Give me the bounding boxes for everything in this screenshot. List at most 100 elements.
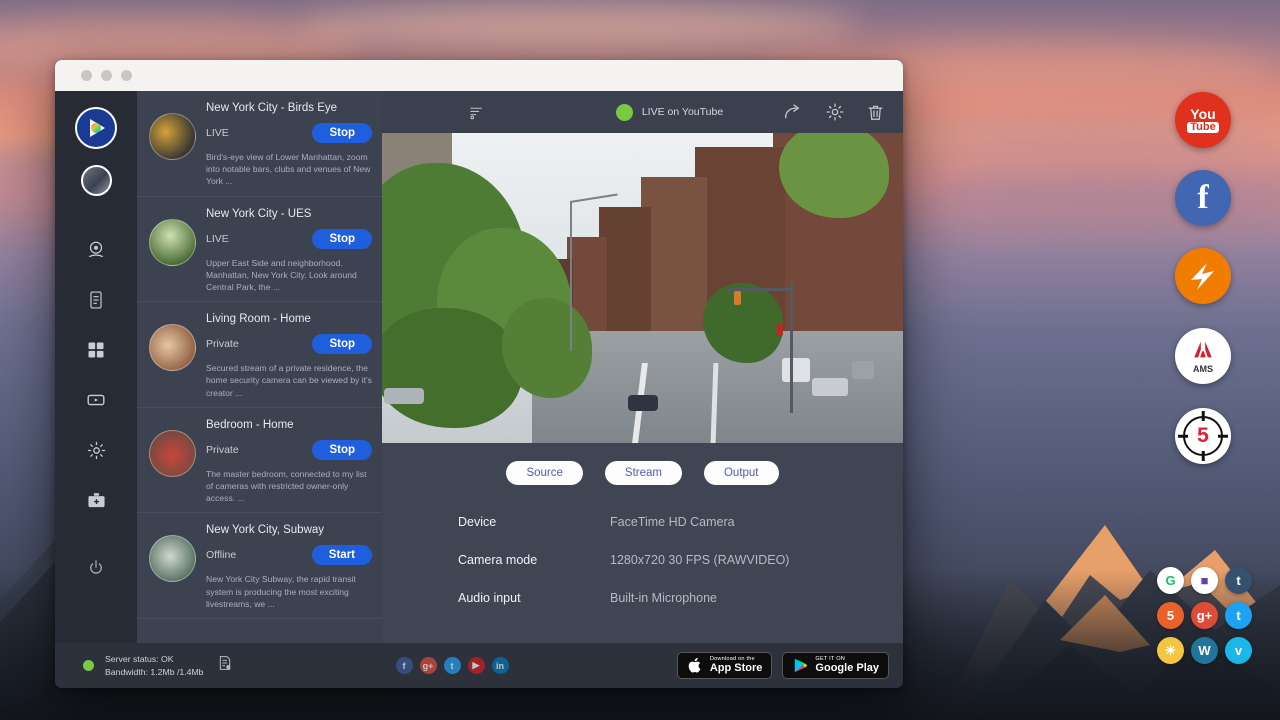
camera-action-button[interactable]: Stop xyxy=(312,440,372,460)
sidebar-item-webcam[interactable] xyxy=(76,230,116,270)
status-bar: Server status: OK Bandwidth: 1.2Mb /1.4M… xyxy=(55,643,903,688)
store-badges: Download on theApp Store GET IT ONGoogle … xyxy=(677,652,889,679)
tumblr-mini-icon[interactable]: t xyxy=(1225,567,1252,594)
close-button[interactable] xyxy=(81,70,92,81)
trash-icon[interactable] xyxy=(866,103,885,122)
camera-state: LIVE xyxy=(206,233,229,245)
info-row: Audio inputBuilt-in Microphone xyxy=(458,591,903,605)
window-titlebar xyxy=(55,60,903,91)
info-label: Device xyxy=(458,515,610,529)
target-icon: 5 xyxy=(1181,414,1225,458)
camera-thumbnail xyxy=(149,535,196,582)
share-icon[interactable] xyxy=(783,102,804,123)
power-button[interactable] xyxy=(76,548,116,588)
camera-list-item[interactable]: Living Room - HomePrivateStopSecured str… xyxy=(137,302,382,408)
device-info: DeviceFaceTime HD Camera Camera mode1280x… xyxy=(382,485,903,629)
google-plus-mini-icon[interactable]: g+ xyxy=(1191,602,1218,629)
app-window: New York City - Birds Eye LIVE Stop Bird's-… xyxy=(55,60,903,688)
app-store-badge[interactable]: Download on theApp Store xyxy=(677,652,773,679)
camera-state: LIVE xyxy=(206,127,229,139)
bandwidth-line: Bandwidth: 1.2Mb /1.4Mb xyxy=(105,666,204,679)
camera-thumbnail xyxy=(149,219,196,266)
sidebar-item-list[interactable] xyxy=(76,280,116,320)
gear-icon[interactable] xyxy=(825,102,845,122)
camera-title: New York City, Subway xyxy=(206,524,372,536)
camera-list-item[interactable]: New York City - Birds Eye LIVE Stop Bird's-… xyxy=(137,91,382,197)
info-row: DeviceFaceTime HD Camera xyxy=(458,515,903,529)
user-avatar[interactable] xyxy=(81,165,112,196)
camera-title: Bedroom - Home xyxy=(206,419,372,431)
wowza-dock-icon[interactable] xyxy=(1175,248,1231,304)
social-links: f g+ t ▶ in xyxy=(396,657,509,674)
tab-source[interactable]: Source xyxy=(506,461,582,485)
camera-thumbnail xyxy=(149,324,196,371)
camera-action-button[interactable]: Start xyxy=(312,545,372,565)
youtube-label-top: You xyxy=(1187,107,1218,122)
camera-action-button[interactable]: Stop xyxy=(312,229,372,249)
sidebar-item-video[interactable] xyxy=(76,380,116,420)
camera-action-button[interactable]: Stop xyxy=(312,123,372,143)
store-badge-bottom: App Store xyxy=(710,663,763,675)
camera-list-item[interactable]: New York City - UES LIVE Stop Upper East Si… xyxy=(137,197,382,303)
app-toolbar: LIVE on YouTube xyxy=(382,91,903,133)
twitter-mini-icon[interactable]: t xyxy=(1225,602,1252,629)
facebook-glyph: f xyxy=(1197,179,1208,217)
camera-list-item[interactable]: Bedroom - Home Private Stop The master bedr… xyxy=(137,408,382,514)
camera-title: New York City - UES xyxy=(206,208,372,220)
cloud xyxy=(300,4,860,50)
youtube-icon[interactable]: ▶ xyxy=(468,657,485,674)
tab-stream[interactable]: Stream xyxy=(605,461,682,485)
info-row: Camera mode1280x720 30 FPS (RAWVIDEO) xyxy=(458,553,903,567)
left-sidebar xyxy=(55,91,137,643)
info-value: Built-in Microphone xyxy=(610,591,717,605)
youtube-dock-icon[interactable]: YouTube xyxy=(1175,92,1231,148)
five-mini-icon[interactable]: 5 xyxy=(1157,602,1184,629)
twitch-mini-icon[interactable]: ■ xyxy=(1191,567,1218,594)
linkedin-icon[interactable]: in xyxy=(492,657,509,674)
minimize-button[interactable] xyxy=(101,70,112,81)
server-status-dot xyxy=(83,660,94,671)
facebook-dock-icon[interactable]: f xyxy=(1175,170,1231,226)
google-plus-icon[interactable]: g+ xyxy=(420,657,437,674)
camera-state: Offline xyxy=(206,549,236,561)
google-play-badge[interactable]: GET IT ONGoogle Play xyxy=(782,652,889,679)
sun-mini-icon[interactable]: ☀ xyxy=(1157,637,1184,664)
camera-description: The master bedroom, connected to my list… xyxy=(206,468,372,505)
zoom-button[interactable] xyxy=(121,70,132,81)
live-status-label: LIVE on YouTube xyxy=(642,106,723,118)
app-logo[interactable] xyxy=(75,107,117,149)
camera-state: Private xyxy=(206,444,239,456)
info-label: Audio input xyxy=(458,591,610,605)
main-panel: LIVE on YouTube xyxy=(382,91,903,643)
info-label: Camera mode xyxy=(458,553,610,567)
facebook-icon[interactable]: f xyxy=(396,657,413,674)
camera-list-item[interactable]: New York City, SubwayOfflineStartNew Yor… xyxy=(137,513,382,619)
ams-label: AMS xyxy=(1191,364,1215,374)
wowza-bolt-icon xyxy=(1183,256,1223,296)
info-value: 1280x720 30 FPS (RAWVIDEO) xyxy=(610,553,789,567)
store-badge-bottom: Google Play xyxy=(815,663,879,675)
sidebar-item-grid[interactable] xyxy=(76,330,116,370)
sidebar-item-add-box[interactable] xyxy=(76,480,116,520)
camera-action-button[interactable]: Stop xyxy=(312,334,372,354)
twitter-icon[interactable]: t xyxy=(444,657,461,674)
adobe-a-icon xyxy=(1191,339,1215,360)
adobe-ams-dock-icon[interactable]: AMS xyxy=(1175,328,1231,384)
camera-list: New York City - Birds Eye LIVE Stop Bird's-… xyxy=(137,91,382,619)
camera-description: Bird's-eye view of Lower Manhattan, zoom… xyxy=(206,151,372,188)
youtube-label-bottom: Tube xyxy=(1187,122,1218,134)
settings-tabs: Source Stream Output xyxy=(382,443,903,485)
desktop: New York City - Birds Eye LIVE Stop Bird's-… xyxy=(0,0,1280,720)
document-info-icon[interactable] xyxy=(217,655,233,676)
target-five-dock-icon[interactable]: 5 xyxy=(1175,408,1231,464)
tab-output[interactable]: Output xyxy=(704,461,779,485)
wordpress-mini-icon[interactable]: W xyxy=(1191,637,1218,664)
sort-icon[interactable] xyxy=(468,104,485,121)
camera-thumbnail xyxy=(149,113,196,160)
sidebar-item-settings[interactable] xyxy=(76,430,116,470)
grammarly-mini-icon[interactable]: G xyxy=(1157,567,1184,594)
vimeo-mini-icon[interactable]: v xyxy=(1225,637,1252,664)
camera-title: New York City - Birds Eye xyxy=(206,102,372,114)
camera-description: Upper East Side and neighborhood. Manhat… xyxy=(206,257,372,294)
video-preview[interactable] xyxy=(382,133,903,443)
